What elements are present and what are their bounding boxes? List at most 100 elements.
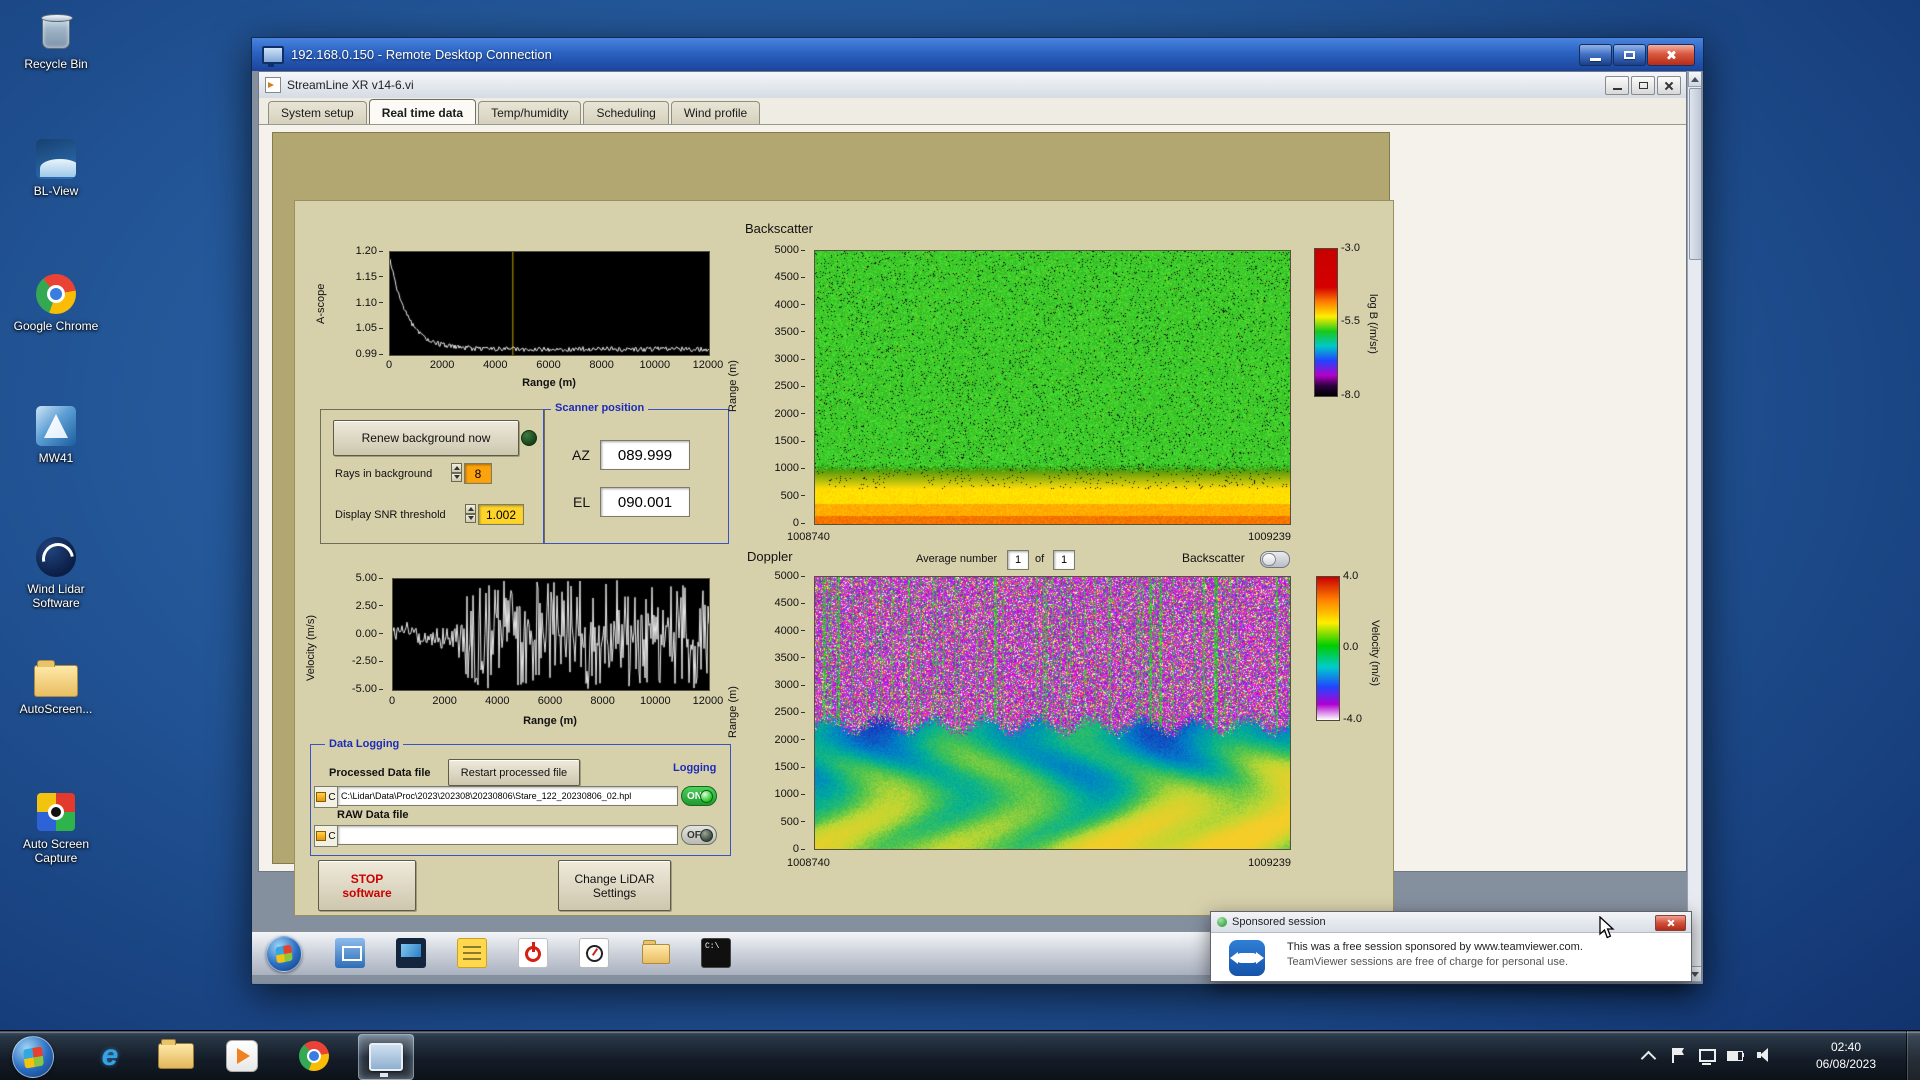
off-led <box>700 829 713 842</box>
tick-label: -5.00 <box>352 683 383 695</box>
rdp-close-button[interactable] <box>1647 44 1695 66</box>
remote-taskbar-display-app-icon[interactable] <box>396 938 426 968</box>
volume-icon[interactable] <box>1755 1046 1775 1066</box>
settings-line2: Settings <box>593 886 636 900</box>
on-led <box>700 790 713 803</box>
tab-wind-profile[interactable]: Wind profile <box>671 101 760 124</box>
bl-view-icon <box>34 137 78 181</box>
app-minimize-button[interactable] <box>1605 76 1629 95</box>
rdp-maximize-button[interactable] <box>1613 44 1646 66</box>
raw-drive-selector[interactable]: C <box>314 825 338 847</box>
restart-processed-file-button[interactable]: Restart processed file <box>448 759 580 786</box>
desktop-icon-auto-screen-capture[interactable]: Auto Screen Capture <box>10 790 102 865</box>
app-maximize-button[interactable] <box>1631 76 1655 95</box>
taskbar-google-chrome[interactable] <box>292 1034 336 1078</box>
action-center-flag-icon[interactable] <box>1668 1046 1688 1066</box>
tick-label: 4000 <box>775 625 805 637</box>
rdp-titlebar[interactable]: 192.168.0.150 - Remote Desktop Connectio… <box>252 38 1703 71</box>
system-tray <box>1643 1031 1784 1080</box>
minimize-icon <box>1613 88 1622 90</box>
background-controls-box: Renew background now Rays in background … <box>320 409 545 544</box>
tick-label: 1009239 <box>1248 857 1291 869</box>
tick-label: 5.00 <box>356 572 383 584</box>
rays-spinner[interactable] <box>451 463 462 482</box>
tick-label: 1500 <box>775 435 805 447</box>
tick-label: 10000 <box>633 359 677 371</box>
desktop-icon-label: Auto Screen Capture <box>10 837 102 865</box>
logging-label: Logging <box>673 762 716 774</box>
teamviewer-status-icon <box>1217 917 1227 927</box>
rdp-minimize-button[interactable] <box>1579 44 1612 66</box>
scrollbar-thumb[interactable] <box>1689 88 1701 260</box>
desktop-icon-label: Recycle Bin <box>24 57 87 71</box>
close-icon <box>1664 81 1674 91</box>
snr-threshold-value[interactable]: 1.002 <box>478 504 524 525</box>
show-hidden-icons-button[interactable] <box>1641 1050 1657 1066</box>
mw41-icon <box>34 404 78 448</box>
desktop-icon-recycle-bin[interactable]: Recycle Bin <box>10 10 102 71</box>
rays-in-background-value[interactable]: 8 <box>464 463 492 484</box>
stop-line1: STOP <box>351 872 383 886</box>
popup-close-button[interactable] <box>1655 915 1686 931</box>
battery-icon[interactable] <box>1726 1046 1746 1066</box>
taskbar-internet-explorer[interactable]: e <box>88 1034 132 1078</box>
taskbar-remote-desktop-active[interactable] <box>358 1034 414 1080</box>
taskbar-media-player[interactable] <box>220 1034 264 1078</box>
windows-flag-icon <box>275 945 292 964</box>
el-label: EL <box>573 494 590 510</box>
tab-scheduling[interactable]: Scheduling <box>583 101 668 124</box>
backscatter-toggle[interactable] <box>1260 551 1290 568</box>
doppler-title: Doppler <box>747 549 793 564</box>
remote-taskbar-notes-app-icon[interactable] <box>457 938 487 968</box>
taskbar-file-explorer[interactable] <box>154 1034 198 1078</box>
processed-path-input[interactable]: C:\Lidar\Data\Proc\2023\202308\20230806\… <box>337 786 678 806</box>
snr-spinner[interactable] <box>465 504 476 523</box>
remote-start-button[interactable] <box>266 936 302 972</box>
show-desktop-button[interactable] <box>1906 1031 1920 1080</box>
desktop-icon-label: Google Chrome <box>14 319 99 333</box>
backscatter-x-ticks: 1008740 1009239 <box>787 531 1291 543</box>
popup-message-line2: TeamViewer sessions are free of charge f… <box>1287 956 1568 968</box>
clock-time: 02:40 <box>1798 1039 1894 1056</box>
colorbar-tick: 0.0 <box>1343 641 1358 653</box>
tab-temp-humidity[interactable]: Temp/humidity <box>478 101 581 124</box>
internet-explorer-icon: e <box>102 1041 119 1071</box>
remote-taskbar-folder-icon[interactable] <box>640 938 670 968</box>
desktop-icon-autoscreen-folder[interactable]: AutoScreen... <box>10 655 102 716</box>
tab-real-time-data[interactable]: Real time data <box>369 99 476 124</box>
remote-taskbar-network-app-icon[interactable] <box>335 938 365 968</box>
desktop-icon-bl-view[interactable]: BL-View <box>10 137 102 198</box>
tab-system-setup[interactable]: System setup <box>268 101 367 124</box>
velocity-x-ticks: 0 2000 4000 6000 8000 10000 12000 <box>370 695 730 707</box>
rdp-scrollbar[interactable] <box>1687 71 1701 982</box>
scroll-up-arrow[interactable] <box>1688 71 1701 87</box>
average-number-value[interactable]: 1 <box>1007 550 1029 570</box>
processed-drive-selector[interactable]: C <box>314 786 338 808</box>
colorbar-tick: 4.0 <box>1343 570 1358 582</box>
remote-taskbar-command-prompt-icon[interactable]: C:\ <box>701 938 731 968</box>
network-icon[interactable] <box>1697 1046 1717 1066</box>
tick-label: 2500 <box>775 706 805 718</box>
auto-screen-capture-icon <box>34 790 78 834</box>
stop-software-button[interactable]: STOP software <box>318 860 416 911</box>
drive-letter: C <box>328 831 335 842</box>
remote-taskbar-power-app-icon[interactable] <box>518 938 548 968</box>
doppler-colorbar <box>1316 576 1340 721</box>
desktop-icon-wind-lidar[interactable]: Wind Lidar Software <box>10 535 102 610</box>
taskbar-clock[interactable]: 02:40 06/08/2023 <box>1798 1039 1894 1073</box>
processed-logging-toggle[interactable]: ON <box>681 786 717 806</box>
raw-logging-toggle[interactable]: OFF <box>681 825 717 845</box>
desktop-icon-google-chrome[interactable]: Google Chrome <box>10 272 102 333</box>
popup-titlebar[interactable]: Sponsored session <box>1211 912 1691 933</box>
average-of-value[interactable]: 1 <box>1053 550 1075 570</box>
tick-label: 4000 <box>475 695 519 707</box>
start-button[interactable] <box>12 1036 54 1078</box>
raw-path-input[interactable] <box>337 825 678 845</box>
change-lidar-settings-button[interactable]: Change LiDAR Settings <box>558 860 671 911</box>
remote-taskbar-gauge-app-icon[interactable] <box>579 938 609 968</box>
streamline-titlebar[interactable]: StreamLine XR v14-6.vi <box>259 72 1686 99</box>
tick-label: 12000 <box>686 695 730 707</box>
desktop-icon-mw41[interactable]: MW41 <box>10 404 102 465</box>
renew-background-button[interactable]: Renew background now <box>333 420 519 456</box>
app-close-button[interactable] <box>1657 76 1681 95</box>
